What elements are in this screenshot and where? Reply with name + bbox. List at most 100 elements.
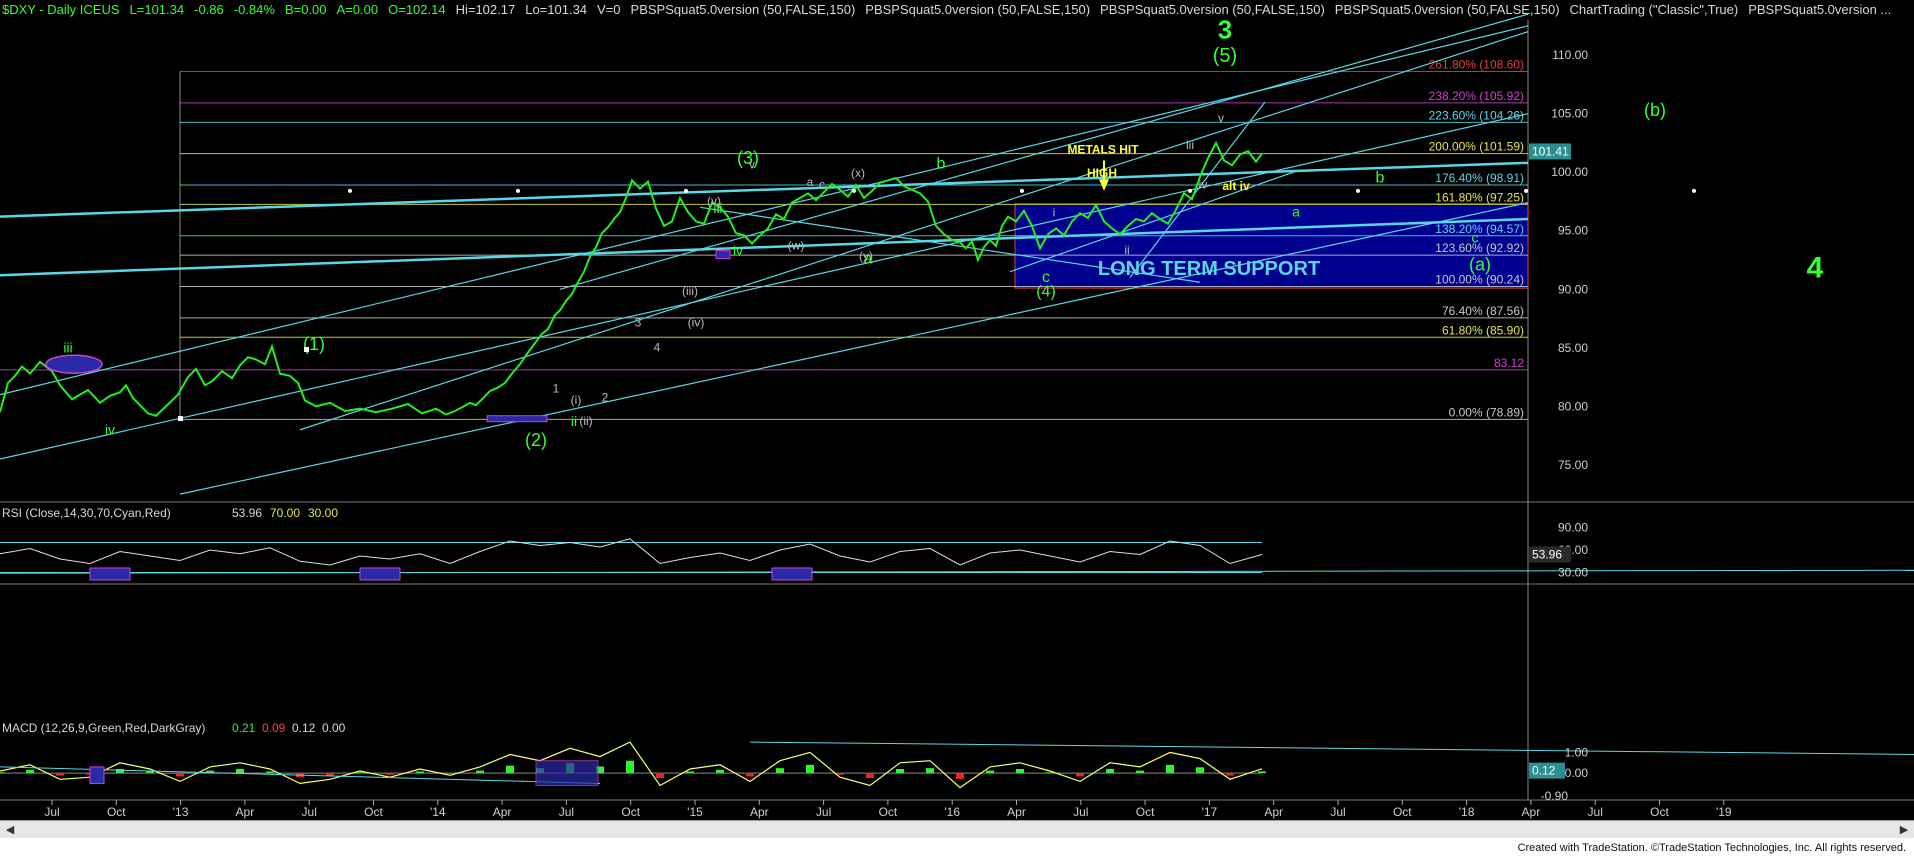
macd-histogram-bar — [1166, 764, 1174, 774]
macd-axis-tick: 1.00 — [1565, 745, 1589, 759]
fib-level-label: 138.20% (94.57) — [1435, 222, 1524, 236]
wave-label: HIGH — [1087, 166, 1117, 180]
fib-level-label: 161.80% (97.25) — [1435, 190, 1524, 204]
chart-canvas[interactable]: LONG TERM SUPPORT261.80% (108.60)238.20%… — [0, 0, 1914, 856]
time-axis-label: Oct — [364, 805, 383, 819]
macd-histogram-bar — [1016, 768, 1024, 774]
macd-histogram-bar — [1136, 770, 1144, 774]
scroll-left-icon[interactable]: ◀ — [2, 822, 18, 838]
macd-histogram-bar — [236, 768, 244, 774]
wave-label: c — [1472, 229, 1479, 245]
time-axis-label: '14 — [430, 805, 446, 819]
macd-axis-tick: 0.00 — [1565, 766, 1589, 780]
time-axis-label: Apr — [750, 805, 769, 819]
wave-label: (2) — [525, 430, 547, 450]
macd-histogram-bar — [176, 773, 184, 777]
marker-box — [715, 250, 731, 260]
rsi-marker-box — [89, 567, 131, 581]
wave-label: (w) — [788, 238, 805, 252]
time-axis-label: Jul — [44, 805, 59, 819]
scroll-right-icon[interactable]: ▶ — [1896, 822, 1912, 838]
rsi-marker-box — [359, 567, 401, 581]
wave-label: (v) — [707, 194, 721, 208]
time-axis-label: Apr — [1007, 805, 1026, 819]
macd-histogram-bar — [386, 773, 394, 775]
wave-label: iii — [63, 339, 72, 355]
macd-histogram-bar — [716, 769, 724, 774]
wave-label: 1 — [553, 381, 560, 395]
wave-label: v — [749, 158, 755, 172]
macd-histogram-bar — [1226, 773, 1234, 776]
open-label: O=102.14 — [388, 2, 446, 17]
macd-histogram-bar — [806, 764, 814, 774]
wave-label: 3 — [635, 316, 642, 330]
change-label: -0.86 — [194, 2, 224, 17]
fib-level-label: 100.00% (90.24) — [1435, 272, 1524, 286]
time-axis-label: Oct — [1393, 805, 1412, 819]
midline-dot — [1356, 188, 1360, 193]
macd-value: 0.00 — [322, 721, 346, 735]
wave-label: (x) — [851, 166, 865, 180]
marker-box — [486, 415, 548, 423]
macd-last-value: 0.12 — [1532, 764, 1556, 778]
midline-dot — [684, 188, 688, 193]
macd-histogram-bar — [956, 773, 964, 779]
time-axis-label: '18 — [1459, 805, 1475, 819]
time-axis-label: Oct — [1136, 805, 1155, 819]
macd-histogram-bar — [356, 772, 364, 774]
time-axis-label: Jul — [559, 805, 574, 819]
rsi-axis-tick: 90.00 — [1558, 521, 1588, 535]
wave-label: a — [807, 175, 814, 189]
horizontal-scrollbar[interactable]: ◀ ▶ — [0, 820, 1914, 839]
price-axis-tick: 90.00 — [1558, 282, 1588, 296]
marker-square — [178, 416, 183, 422]
wave-label: (iii) — [682, 284, 698, 298]
macd-value: 0.12 — [292, 721, 316, 735]
time-axis-label: Apr — [236, 805, 255, 819]
time-axis-label: Jul — [1330, 805, 1345, 819]
macd-value: 0.09 — [262, 721, 286, 735]
symbol-label: $DXY - Daily ICEUS — [2, 2, 120, 17]
midline-dot — [1188, 188, 1192, 193]
macd-histogram-bar — [896, 768, 904, 774]
highlight-oval — [45, 354, 103, 374]
macd-histogram-bar — [866, 773, 874, 779]
wave-label: b — [937, 156, 946, 173]
time-axis-label: '17 — [1202, 805, 1218, 819]
macd-histogram-bar — [746, 773, 754, 777]
rsi-value: 53.96 — [232, 506, 262, 520]
wave-label: b — [1376, 170, 1385, 187]
wave-label: iii — [1186, 138, 1194, 152]
rsi-overbought: 70.00 — [270, 506, 300, 520]
wave-label: c — [1042, 269, 1050, 286]
price-axis-tick: 105.00 — [1551, 107, 1588, 121]
fib-level-label: 0.00% (78.89) — [1449, 405, 1524, 419]
wave-label: c — [819, 178, 825, 192]
wave-label: i — [1053, 206, 1056, 220]
time-axis-label: Jul — [1073, 805, 1088, 819]
wave-label: 4 — [654, 340, 661, 354]
price-axis-tick: 95.00 — [1558, 224, 1588, 238]
wave-label: v — [1218, 111, 1224, 125]
fib-level-label: 238.20% (105.92) — [1429, 89, 1524, 103]
macd-histogram-bar — [686, 771, 694, 774]
midline-dot — [1524, 188, 1528, 193]
chart-header: $DXY - Daily ICEUS L=101.34 -0.86 -0.84% B=0… — [2, 2, 1901, 17]
macd-histogram-bar — [26, 769, 34, 774]
chart-background — [0, 0, 1914, 820]
macd-histogram-bar — [776, 768, 784, 774]
study-label-4: PBSPSquat5.0version (50,FALSE,150) — [1334, 2, 1560, 17]
time-axis-label: Oct — [621, 805, 640, 819]
macd-marker-box — [535, 760, 599, 787]
fib-level-label: 123.60% (92.92) — [1435, 241, 1524, 255]
macd-histogram-bar — [1258, 771, 1266, 774]
study-label-1: PBSPSquat5.0version (50,FALSE,150) — [630, 2, 856, 17]
wave-label: 2 — [602, 391, 609, 405]
rsi-axis-tick: 30.00 — [1558, 566, 1588, 580]
midline-dot — [1020, 188, 1024, 193]
study-label-3: PBSPSquat5.0version (50,FALSE,150) — [1100, 2, 1325, 17]
price-axis-tick: 100.00 — [1551, 165, 1588, 179]
macd-histogram-bar — [1106, 768, 1114, 774]
rsi-last-value: 53.96 — [1532, 548, 1562, 562]
wave-label: alt iv — [1222, 179, 1250, 193]
